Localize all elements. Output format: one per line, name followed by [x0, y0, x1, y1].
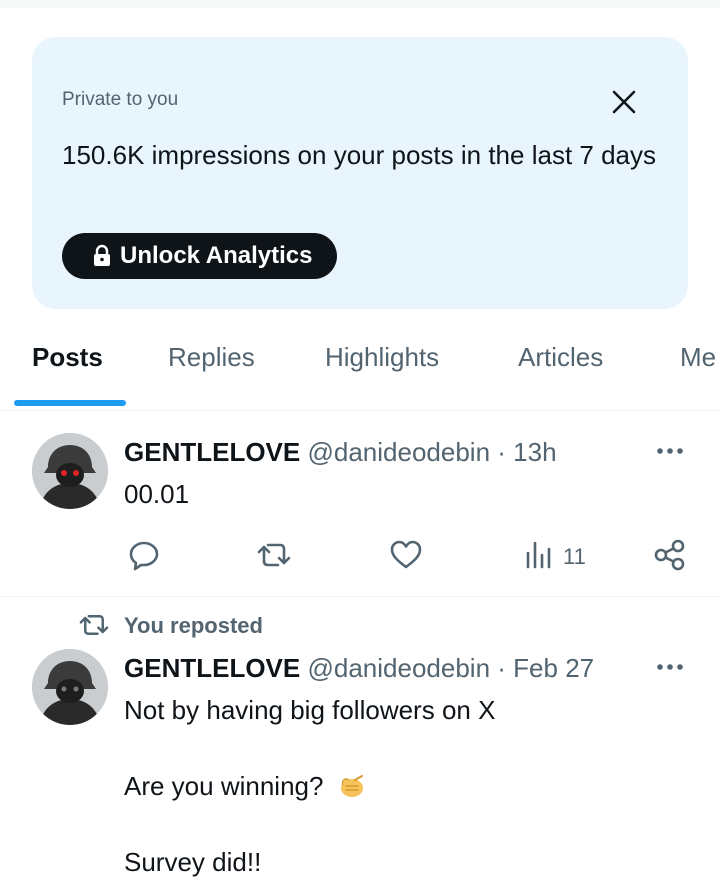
tab-posts[interactable]: Posts: [32, 342, 103, 373]
close-icon: [612, 90, 636, 114]
views-icon[interactable]: [520, 537, 556, 573]
post-item[interactable]: You reposted GENTLELOVE @danideodebin · …: [0, 597, 720, 894]
views-count: 11: [563, 544, 586, 569]
profile-tabs: Posts Replies Highlights Articles Me: [0, 320, 720, 411]
separator-dot: ·: [497, 653, 506, 683]
like-icon[interactable]: [388, 537, 424, 573]
top-strip: [0, 0, 720, 8]
post-header: GENTLELOVE @danideodebin · 13h: [124, 437, 557, 468]
tab-media[interactable]: Me: [680, 342, 716, 373]
impressions-headline: 150.6K impressions on your posts in the …: [62, 140, 656, 170]
post-text: 00.01: [124, 479, 190, 509]
analytics-card: Private to you 150.6K impressions on you…: [32, 37, 688, 309]
repost-label[interactable]: You reposted: [124, 613, 263, 639]
active-tab-indicator: [14, 400, 126, 406]
avatar[interactable]: [32, 649, 108, 725]
author-handle[interactable]: @danideodebin: [307, 653, 490, 683]
reposted-icon: [79, 615, 109, 635]
close-button[interactable]: [606, 84, 642, 120]
avatar-image: [32, 433, 108, 509]
post-text-line: Survey did!!: [124, 847, 262, 877]
tab-replies[interactable]: Replies: [168, 342, 255, 373]
post-item[interactable]: GENTLELOVE @danideodebin · 13h 00.01 11: [0, 411, 720, 596]
pointing-hand-emoji-icon: [340, 775, 363, 797]
author-name[interactable]: GENTLELOVE: [124, 437, 300, 467]
author-handle[interactable]: @danideodebin: [307, 437, 490, 467]
share-icon[interactable]: [652, 537, 688, 573]
private-label: Private to you: [62, 89, 179, 110]
author-name[interactable]: GENTLELOVE: [124, 653, 300, 683]
post-text-line: Are you winning?: [124, 771, 367, 802]
tab-articles[interactable]: Articles: [518, 342, 603, 373]
lock-icon: [94, 244, 110, 266]
more-options-icon[interactable]: [650, 657, 690, 677]
avatar-image: [32, 649, 108, 725]
post-text-line: Not by having big followers on X: [124, 695, 496, 725]
repost-icon[interactable]: [256, 537, 292, 573]
post-text-question: Are you winning?: [124, 771, 324, 801]
tab-highlights[interactable]: Highlights: [325, 342, 439, 373]
post-timestamp[interactable]: Feb 27: [513, 653, 594, 683]
unlock-analytics-label: Unlock Analytics: [120, 242, 313, 269]
post-header: GENTLELOVE @danideodebin · Feb 27: [124, 653, 594, 684]
separator-dot: ·: [497, 437, 506, 467]
more-options-icon[interactable]: [650, 441, 690, 461]
avatar[interactable]: [32, 433, 108, 509]
unlock-analytics-button[interactable]: Unlock Analytics: [62, 233, 337, 279]
post-timestamp[interactable]: 13h: [513, 437, 556, 467]
reply-icon[interactable]: [126, 537, 162, 573]
